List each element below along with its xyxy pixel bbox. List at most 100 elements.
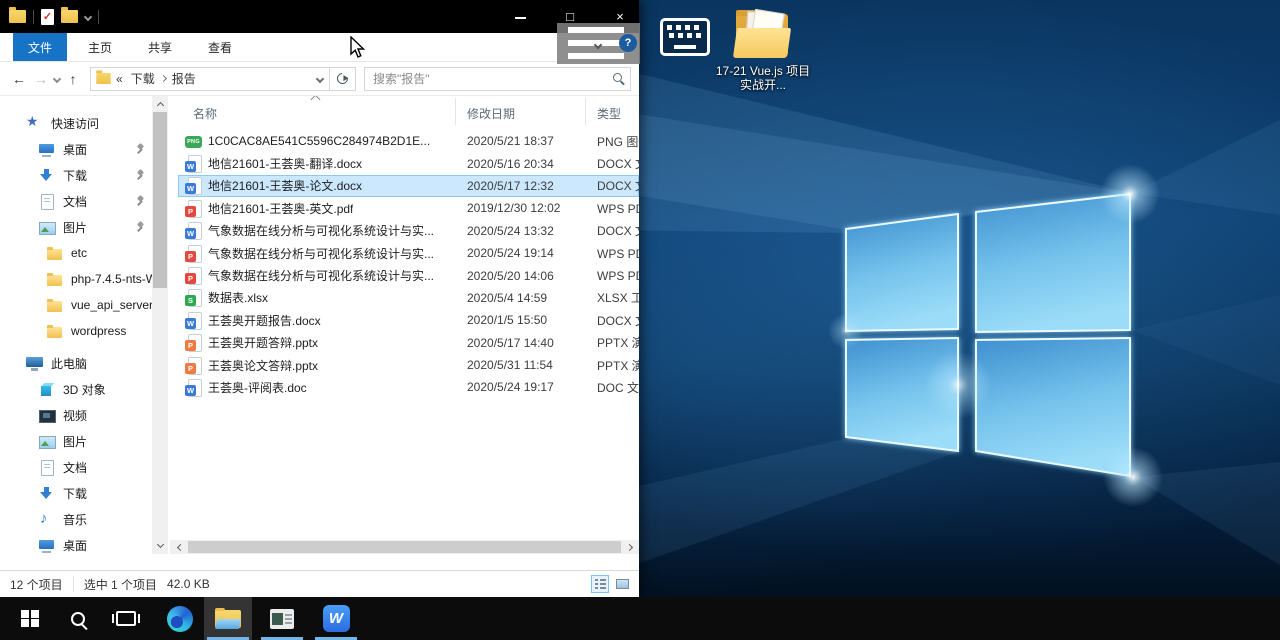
overlay-bar bbox=[568, 27, 624, 33]
scroll-up-arrow-icon[interactable] bbox=[152, 96, 168, 112]
scroll-left-arrow-icon[interactable] bbox=[172, 540, 186, 554]
file-row[interactable]: W 王荟奥开题报告.docx 2020/1/5 15:50 DOCX 文档 bbox=[178, 309, 639, 331]
sidebar-item[interactable]: 音乐 bbox=[0, 506, 152, 532]
file-type: DOCX 文档 bbox=[597, 222, 639, 239]
sidebar-item-label: 音乐 bbox=[63, 511, 87, 528]
file-type: WPS PDF 文档 bbox=[597, 200, 639, 217]
sidebar-item[interactable]: vue_api_server bbox=[0, 292, 152, 318]
horizontal-scrollbar[interactable] bbox=[170, 540, 639, 554]
taskbar-search-button[interactable] bbox=[54, 597, 102, 640]
touch-keyboard-overlay-icon[interactable] bbox=[660, 18, 710, 56]
taskbar-wps-button[interactable]: W bbox=[312, 597, 360, 640]
sidebar-item[interactable]: 文档 bbox=[0, 454, 152, 480]
minimize-button[interactable] bbox=[509, 9, 531, 24]
address-dropdown-chevron-icon[interactable] bbox=[316, 74, 324, 82]
sidebar-item[interactable]: 文档 bbox=[0, 188, 152, 214]
scroll-right-arrow-icon[interactable] bbox=[623, 540, 637, 554]
ribbon-tab[interactable]: 文件 bbox=[13, 33, 67, 61]
up-button[interactable]: ↑ bbox=[62, 71, 84, 87]
column-header-date[interactable]: 修改日期 bbox=[467, 105, 515, 122]
file-rows: PNG 1C0CAC8AE541C5596C284974B2D1E... 202… bbox=[170, 130, 639, 399]
ribbon-tab[interactable]: 查看 bbox=[193, 33, 247, 61]
file-row[interactable]: P 王荟奥开题答辩.pptx 2020/5/17 14:40 PPTX 演示文稿 bbox=[178, 332, 639, 354]
desktop-shortcut-vue-folder[interactable]: 17-21 Vue.js 项目实战开... bbox=[705, 10, 821, 93]
sidebar-item[interactable]: 图片 bbox=[0, 214, 152, 240]
search-box[interactable] bbox=[364, 67, 631, 91]
help-button[interactable]: ? bbox=[619, 34, 637, 52]
task-view-button[interactable] bbox=[102, 597, 150, 640]
file-type-icon: PNG bbox=[185, 133, 202, 150]
breadcrumb-prefix[interactable]: « bbox=[112, 72, 127, 86]
start-button[interactable] bbox=[6, 597, 54, 640]
refresh-icon bbox=[335, 71, 350, 86]
file-row[interactable]: W 地信21601-王荟奥-翻译.docx 2020/5/16 20:34 DO… bbox=[178, 152, 639, 174]
search-input[interactable] bbox=[365, 68, 630, 90]
file-date-modified: 2020/5/21 18:37 bbox=[467, 134, 554, 148]
ribbon-tab[interactable]: 主页 bbox=[73, 33, 127, 61]
file-name: 气象数据在线分析与可视化系统设计与实... bbox=[208, 267, 434, 284]
recent-locations-chevron-icon[interactable] bbox=[53, 74, 61, 82]
sidebar-item[interactable]: 下载 bbox=[0, 480, 152, 506]
file-row[interactable]: P 气象数据在线分析与可视化系统设计与实... 2020/5/24 19:14 … bbox=[178, 242, 639, 264]
taskbar-system-app-button[interactable] bbox=[258, 597, 306, 640]
breadcrumb-current-folder[interactable]: 报告 bbox=[168, 70, 200, 87]
file-type-icon: P bbox=[185, 334, 202, 351]
details-view-button[interactable] bbox=[591, 575, 609, 593]
sidebar-item[interactable]: 3D 对象 bbox=[0, 376, 152, 402]
file-name: 气象数据在线分析与可视化系统设计与实... bbox=[208, 222, 434, 239]
close-button[interactable]: × bbox=[609, 9, 631, 24]
sidebar-item[interactable]: 桌面 bbox=[0, 532, 152, 554]
file-row[interactable]: S 数据表.xlsx 2020/5/4 14:59 XLSX 工作表 bbox=[178, 287, 639, 309]
file-row[interactable]: P 王荟奥论文答辩.pptx 2020/5/31 11:54 PPTX 演示文稿 bbox=[178, 354, 639, 376]
file-row[interactable]: W 地信21601-王荟奥-论文.docx 2020/5/17 12:32 DO… bbox=[178, 175, 639, 197]
column-header-type[interactable]: 类型 bbox=[597, 105, 621, 122]
scrollbar-thumb[interactable] bbox=[188, 541, 621, 553]
breadcrumb-downloads[interactable]: 下载 bbox=[127, 70, 159, 87]
sort-ascending-icon[interactable] bbox=[311, 96, 321, 104]
sidebar-scrollbar[interactable] bbox=[152, 96, 168, 554]
sidebar-item[interactable]: 图片 bbox=[0, 428, 152, 454]
file-date-modified: 2020/5/17 12:32 bbox=[467, 179, 554, 193]
file-row[interactable]: P 地信21601-王荟奥-英文.pdf 2019/12/30 12:02 WP… bbox=[178, 197, 639, 219]
taskbar-edge-button[interactable] bbox=[156, 597, 204, 640]
sidebar-item-icon bbox=[38, 408, 55, 423]
checked-document-icon[interactable]: ✓ bbox=[41, 9, 54, 25]
file-row[interactable]: PNG 1C0CAC8AE541C5596C284974B2D1E... 202… bbox=[178, 130, 639, 152]
file-date-modified: 2020/1/5 15:50 bbox=[467, 313, 547, 327]
sidebar-item[interactable]: 桌面 bbox=[0, 136, 152, 162]
sidebar-item-label: 文档 bbox=[63, 459, 87, 476]
refresh-button[interactable] bbox=[330, 67, 356, 91]
file-row[interactable]: W 王荟奥-评阅表.doc 2020/5/24 19:17 DOC 文档 bbox=[178, 376, 639, 398]
ribbon-tab[interactable]: 共享 bbox=[133, 33, 187, 61]
file-name: 王荟奥论文答辩.pptx bbox=[208, 357, 318, 374]
file-date-modified: 2020/5/16 20:34 bbox=[467, 157, 554, 171]
file-type-icon: P bbox=[185, 200, 202, 217]
back-button[interactable]: ← bbox=[8, 71, 30, 87]
file-type: XLSX 工作表 bbox=[597, 289, 639, 306]
taskbar-file-explorer-button[interactable] bbox=[204, 597, 252, 640]
file-row[interactable]: P 气象数据在线分析与可视化系统设计与实... 2020/5/20 14:06 … bbox=[178, 264, 639, 286]
sidebar-item[interactable]: 快速访问 bbox=[0, 110, 152, 136]
file-row[interactable]: W 气象数据在线分析与可视化系统设计与实... 2020/5/24 13:32 … bbox=[178, 220, 639, 242]
file-type: WPS PDF 文档 bbox=[597, 267, 639, 284]
address-box[interactable]: « 下载 报告 bbox=[90, 67, 330, 91]
column-separator[interactable] bbox=[455, 98, 456, 125]
file-type-icon: W bbox=[185, 177, 202, 194]
sidebar-item[interactable]: php-7.4.5-nts-W bbox=[0, 266, 152, 292]
folder-icon[interactable] bbox=[61, 10, 78, 23]
breadcrumb-separator-icon bbox=[160, 75, 167, 82]
large-icons-view-button[interactable] bbox=[613, 575, 631, 593]
scrollbar-thumb[interactable] bbox=[153, 112, 167, 288]
scroll-down-arrow-icon[interactable] bbox=[152, 538, 168, 554]
sidebar-item[interactable]: wordpress bbox=[0, 318, 152, 344]
column-separator[interactable] bbox=[585, 98, 586, 125]
maximize-button[interactable]: □ bbox=[559, 9, 581, 24]
forward-button[interactable]: → bbox=[30, 71, 52, 87]
sidebar-item[interactable]: 下载 bbox=[0, 162, 152, 188]
sidebar-item[interactable]: etc bbox=[0, 240, 152, 266]
sidebar-item[interactable]: 视频 bbox=[0, 402, 152, 428]
column-header-name[interactable]: 名称 bbox=[193, 105, 217, 122]
chevron-down-icon[interactable] bbox=[84, 12, 92, 20]
sidebar-item[interactable]: 此电脑 bbox=[0, 350, 152, 376]
ribbon-tabs: 文件 主页 共享 查看 bbox=[0, 33, 639, 62]
